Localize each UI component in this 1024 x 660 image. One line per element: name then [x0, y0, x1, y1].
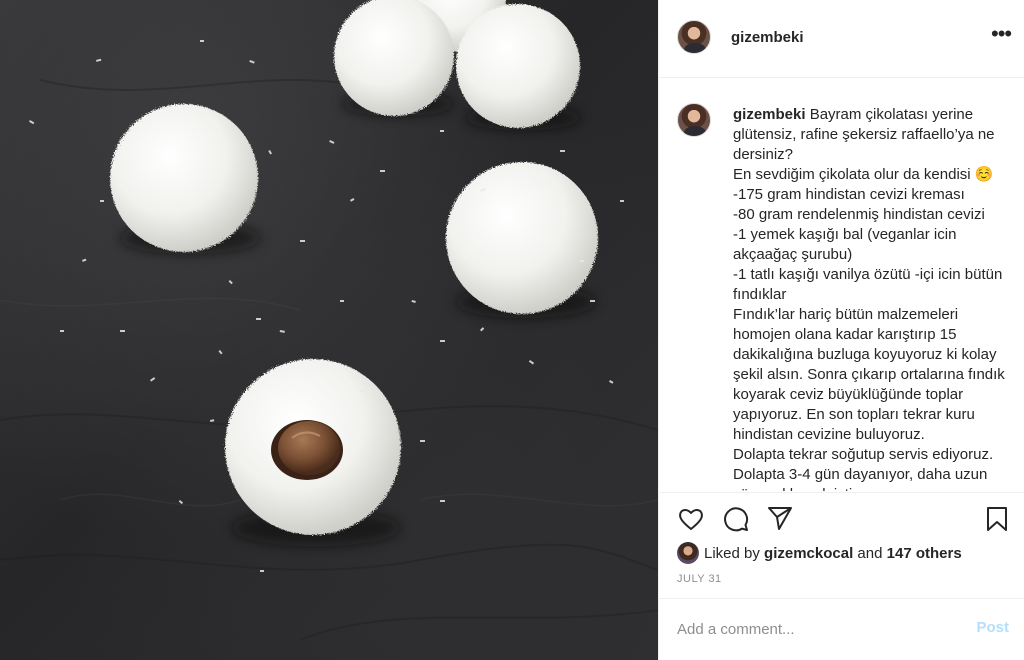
- post-date[interactable]: JULY 31: [677, 573, 722, 585]
- post-actions: Liked by gizemckocal and 147 others JULY…: [659, 492, 1024, 598]
- add-comment-bar: Post: [659, 598, 1024, 660]
- likes-middle: and: [853, 545, 887, 562]
- caption-scroll-area[interactable]: gizembeki Bayram çikolatası yerine glüte…: [659, 79, 1024, 491]
- likes-summary[interactable]: Liked by gizemckocal and 147 others: [677, 542, 962, 565]
- post-panel: gizembeki ••• gizembeki Bayram çikolatas…: [658, 0, 1024, 660]
- post-header: gizembeki •••: [659, 0, 1024, 78]
- liker-username[interactable]: gizemckocal: [764, 545, 853, 562]
- post-comment-button[interactable]: Post: [976, 619, 1009, 636]
- bookmark-icon[interactable]: [983, 505, 1011, 533]
- caption-text: Bayram çikolatası yerine glütensiz, rafi…: [733, 106, 1005, 491]
- liker-avatar: [677, 542, 699, 565]
- paper-plane-icon[interactable]: [766, 504, 794, 532]
- likes-prefix: Liked by: [704, 545, 765, 562]
- post-caption: gizembeki Bayram çikolatası yerine glüte…: [733, 105, 1013, 491]
- author-username[interactable]: gizembeki: [731, 29, 804, 46]
- comment-input[interactable]: [677, 617, 947, 641]
- coconut-balls-illustration: [0, 0, 658, 641]
- heart-icon[interactable]: [677, 505, 705, 533]
- caption-username[interactable]: gizembeki: [733, 106, 806, 123]
- post-photo[interactable]: [0, 0, 658, 660]
- comment-icon[interactable]: [722, 505, 750, 533]
- author-avatar[interactable]: [677, 20, 711, 54]
- more-horizontal-icon[interactable]: •••: [991, 23, 1012, 48]
- caption-avatar[interactable]: [677, 103, 711, 137]
- likes-count[interactable]: 147 others: [887, 545, 962, 562]
